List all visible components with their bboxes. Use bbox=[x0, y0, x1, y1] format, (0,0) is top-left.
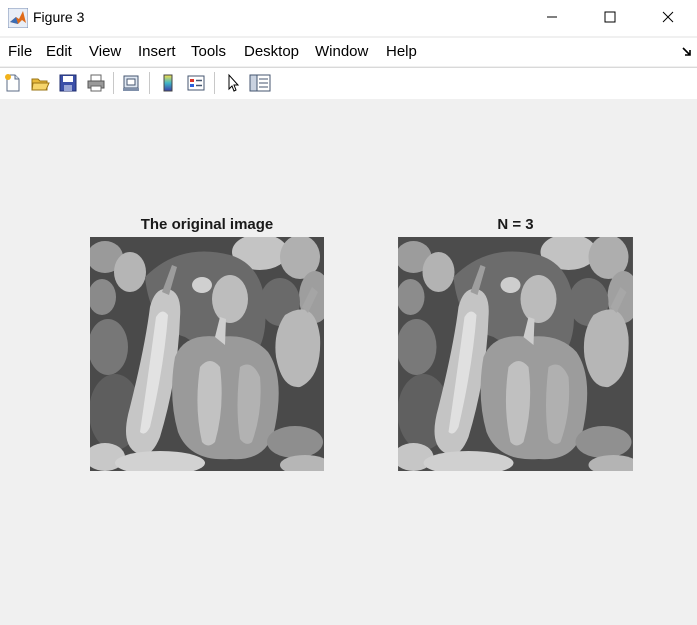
axes-title-original: The original image bbox=[140, 216, 274, 233]
insert-legend-button[interactable] bbox=[185, 72, 207, 94]
menu-desktop[interactable]: Desktop bbox=[244, 43, 299, 60]
menu-help[interactable]: Help bbox=[386, 43, 417, 60]
toolbar-separator bbox=[214, 72, 215, 94]
print-button[interactable] bbox=[85, 72, 107, 94]
edit-plot-button[interactable] bbox=[222, 72, 244, 94]
window-title: Figure 3 bbox=[33, 9, 85, 25]
matlab-logo-icon bbox=[7, 7, 29, 29]
peppers-image bbox=[90, 237, 324, 471]
minimize-button[interactable] bbox=[523, 0, 581, 34]
toolbar-separator bbox=[113, 72, 114, 94]
property-inspector-icon bbox=[249, 74, 271, 92]
open-file-button[interactable] bbox=[29, 72, 51, 94]
edit-plot-arrow-icon bbox=[228, 73, 240, 92]
close-icon bbox=[662, 11, 674, 23]
menu-file[interactable]: File bbox=[8, 43, 32, 60]
property-inspector-button[interactable] bbox=[249, 72, 271, 94]
title-bar: Figure 3 bbox=[0, 0, 697, 36]
menu-view[interactable]: View bbox=[89, 43, 121, 60]
insert-legend-icon bbox=[187, 75, 205, 91]
menu-window[interactable]: Window bbox=[315, 43, 368, 60]
maximize-icon bbox=[604, 11, 616, 23]
link-plot-icon bbox=[123, 75, 139, 91]
n3-image-axes[interactable] bbox=[398, 237, 633, 471]
axes-title-n3: N = 3 bbox=[497, 216, 534, 233]
menu-bar: File Edit View Insert Tools Desktop Wind… bbox=[0, 38, 697, 66]
original-image-axes[interactable] bbox=[90, 237, 324, 471]
print-icon bbox=[87, 74, 105, 92]
figure-toolbar bbox=[0, 67, 697, 100]
link-plot-button[interactable] bbox=[120, 72, 142, 94]
new-figure-button[interactable] bbox=[2, 72, 24, 94]
save-icon bbox=[59, 74, 77, 92]
minimize-icon bbox=[547, 16, 557, 18]
new-figure-icon bbox=[5, 74, 20, 92]
save-button[interactable] bbox=[57, 72, 79, 94]
open-file-icon bbox=[31, 78, 50, 91]
insert-colorbar-button[interactable] bbox=[157, 72, 179, 94]
menu-insert[interactable]: Insert bbox=[138, 43, 176, 60]
dock-arrow-icon[interactable] bbox=[682, 44, 692, 62]
peppers-image-n3 bbox=[398, 237, 633, 471]
insert-colorbar-icon bbox=[163, 74, 173, 92]
maximize-button[interactable] bbox=[581, 0, 639, 34]
menu-tools[interactable]: Tools bbox=[191, 43, 226, 60]
figure-canvas[interactable]: The original image N = 3 bbox=[0, 99, 697, 625]
close-button[interactable] bbox=[639, 0, 697, 34]
menu-edit[interactable]: Edit bbox=[46, 43, 72, 60]
toolbar-separator bbox=[149, 72, 150, 94]
